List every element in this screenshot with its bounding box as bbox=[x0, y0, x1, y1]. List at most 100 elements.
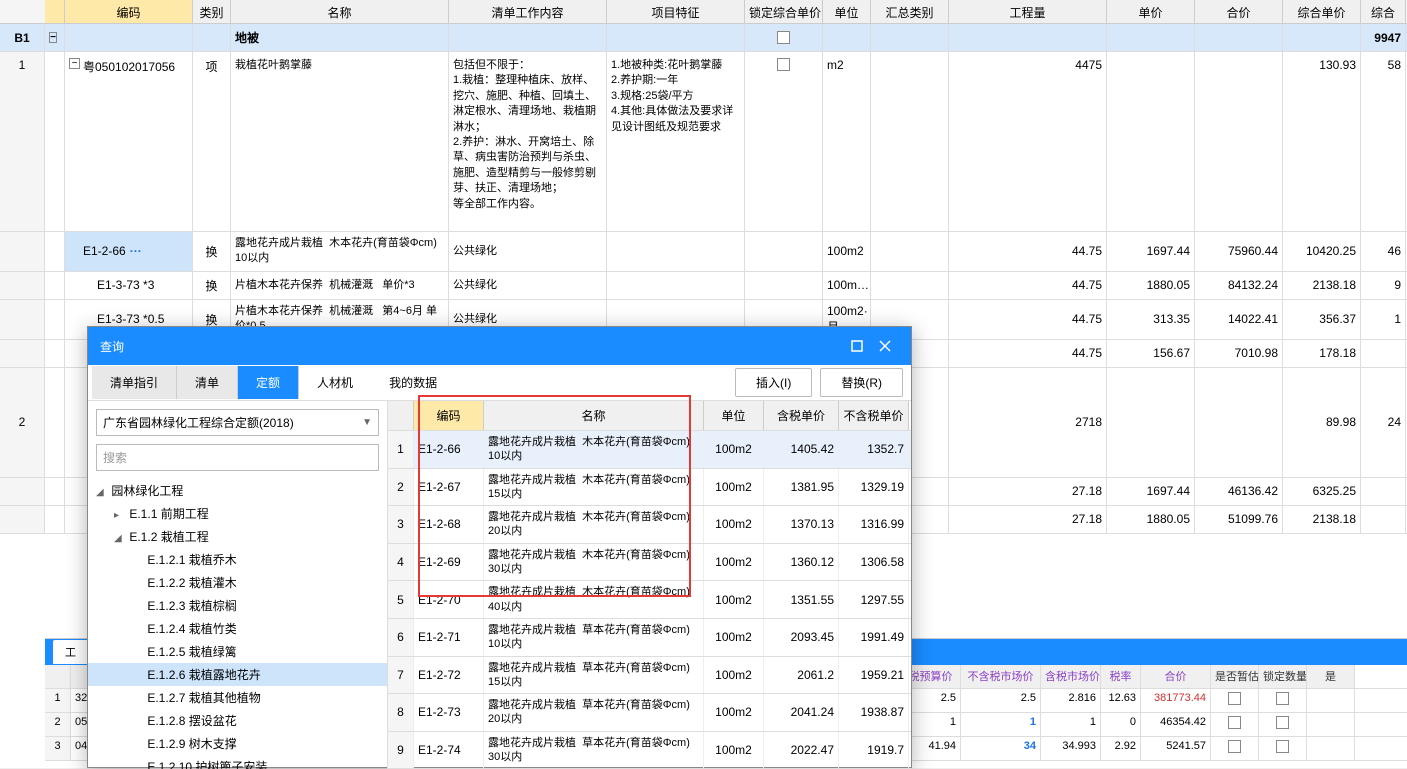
tree-node[interactable]: ◢ E.1.2 栽植工程 bbox=[88, 525, 387, 548]
code-cell[interactable]: E1-3-73 *3 bbox=[65, 272, 193, 299]
quota-col-taxprice[interactable]: 含税单价 bbox=[764, 401, 839, 430]
tree-node[interactable]: E.1.2.3 栽植棕榈 bbox=[88, 594, 387, 617]
data-row[interactable]: E1-2-66··· 换 露地花卉成片栽植 木本花卉(育苗袋Φcm) 10以内 … bbox=[0, 232, 1407, 272]
quota-row[interactable]: 9 E1-2-74 露地花卉成片栽植 草本花卉(育苗袋Φcm) 30以内 100… bbox=[388, 732, 911, 769]
quota-col-unit[interactable]: 单位 bbox=[704, 401, 764, 430]
qty-cell[interactable]: 44.75 bbox=[949, 340, 1107, 367]
qty-cell[interactable]: 44.75 bbox=[949, 272, 1107, 299]
col-cprice[interactable]: 综合单价 bbox=[1283, 0, 1361, 23]
dialog-tab[interactable]: 定额 bbox=[238, 366, 299, 399]
quota-book-combo[interactable]: 广东省园林绿化工程综合定额(2018) ▼ bbox=[96, 409, 379, 436]
search-input[interactable]: 搜索 bbox=[96, 444, 379, 471]
quota-row[interactable]: 4 E1-2-69 露地花卉成片栽植 木本花卉(育苗袋Φcm) 30以内 100… bbox=[388, 544, 911, 582]
dialog-tab[interactable]: 清单 bbox=[177, 366, 238, 399]
quota-row[interactable]: 5 E1-2-70 露地花卉成片栽植 木本花卉(育苗袋Φcm) 40以内 100… bbox=[388, 581, 911, 619]
qty-cell[interactable]: 2718 bbox=[949, 368, 1107, 477]
quota-col-code[interactable]: 编码 bbox=[414, 401, 484, 430]
tree-node[interactable]: ▸ E.1.1 前期工程 bbox=[88, 502, 387, 525]
sub-col-is[interactable]: 是 bbox=[1307, 665, 1355, 688]
maximize-icon[interactable] bbox=[843, 332, 871, 360]
group-row[interactable]: B1 − 地被 9947 bbox=[0, 24, 1407, 52]
quota-row[interactable]: 8 E1-2-73 露地花卉成片栽植 草本花卉(育苗袋Φcm) 20以内 100… bbox=[388, 694, 911, 732]
quota-col-notaxprice[interactable]: 不含税单价 bbox=[839, 401, 909, 430]
lockqty-checkbox[interactable] bbox=[1276, 692, 1289, 705]
col-name[interactable]: 名称 bbox=[231, 0, 449, 23]
collapse-icon[interactable]: − bbox=[69, 58, 80, 69]
col-work[interactable]: 清单工作内容 bbox=[449, 0, 607, 23]
expand-open-icon[interactable]: ◢ bbox=[114, 533, 126, 544]
quota-row[interactable]: 7 E1-2-72 露地花卉成片栽植 草本花卉(育苗袋Φcm) 15以内 100… bbox=[388, 657, 911, 695]
tempest-checkbox[interactable] bbox=[1228, 740, 1241, 753]
tempest-checkbox[interactable] bbox=[1228, 716, 1241, 729]
work-cell[interactable]: 公共绿化 bbox=[449, 232, 607, 271]
tree-node[interactable]: E.1.2.5 栽植绿篱 bbox=[88, 640, 387, 663]
qty-cell[interactable]: 44.75 bbox=[949, 232, 1107, 271]
expand-open-icon[interactable]: ◢ bbox=[96, 487, 108, 498]
name-cell[interactable]: 栽植花叶鹅掌藤 bbox=[231, 52, 449, 231]
name-cell[interactable]: 露地花卉成片栽植 木本花卉(育苗袋Φcm) 10以内 bbox=[231, 232, 449, 271]
qty-cell[interactable]: 27.18 bbox=[949, 506, 1107, 533]
tempest-checkbox[interactable] bbox=[1228, 692, 1241, 705]
quota-row[interactable]: 2 E1-2-67 露地花卉成片栽植 木本花卉(育苗袋Φcm) 15以内 100… bbox=[388, 469, 911, 507]
work-cell[interactable]: 包括但不限于： 1.栽植：整理种植床、放样、挖穴、施肥、种植、回填土、淋定根水、… bbox=[449, 52, 607, 231]
tree-node[interactable]: ◢ 园林绿化工程 bbox=[88, 479, 387, 502]
lockqty-checkbox[interactable] bbox=[1276, 716, 1289, 729]
feature-cell[interactable] bbox=[607, 272, 745, 299]
dialog-tab[interactable]: 我的数据 bbox=[371, 366, 455, 399]
sub-tab-active[interactable]: 工 bbox=[53, 640, 88, 664]
tree-node[interactable]: E.1.2.6 栽植露地花卉 bbox=[88, 663, 387, 686]
tree-node[interactable]: E.1.2.2 栽植灌木 bbox=[88, 571, 387, 594]
dialog-tab[interactable]: 清单指引 bbox=[92, 366, 177, 399]
quota-row[interactable]: 3 E1-2-68 露地花卉成片栽植 木本花卉(育苗袋Φcm) 20以内 100… bbox=[388, 506, 911, 544]
sub-col-notaxmkt[interactable]: 不含税市场价 bbox=[961, 665, 1041, 688]
collapse-icon[interactable]: − bbox=[49, 32, 57, 43]
insert-button[interactable]: 插入(I) bbox=[735, 368, 812, 397]
col-qty[interactable]: 工程量 bbox=[949, 0, 1107, 23]
sub-col-tempest[interactable]: 是否暂估 bbox=[1211, 665, 1259, 688]
col-code[interactable]: 编码 bbox=[65, 0, 193, 23]
col-type[interactable]: 类别 bbox=[193, 0, 231, 23]
quota-col-name[interactable]: 名称 bbox=[484, 401, 704, 430]
data-row[interactable]: 1 −粤050102017056 项 栽植花叶鹅掌藤 包括但不限于： 1.栽植：… bbox=[0, 52, 1407, 232]
sub-col-total[interactable]: 合价 bbox=[1141, 665, 1211, 688]
col-total[interactable]: 合价 bbox=[1195, 0, 1283, 23]
col-lock[interactable]: 锁定综合单价 bbox=[745, 0, 823, 23]
sub-col-lockqty[interactable]: 锁定数量 bbox=[1259, 665, 1307, 688]
qty-cell[interactable]: 44.75 bbox=[949, 300, 1107, 339]
more-icon[interactable]: ··· bbox=[126, 244, 146, 258]
lock-checkbox[interactable] bbox=[777, 31, 790, 44]
col-ctotal[interactable]: 综合 bbox=[1361, 0, 1406, 23]
tree-node[interactable]: E.1.2.1 栽植乔木 bbox=[88, 548, 387, 571]
feature-cell[interactable]: 1.地被种类:花叶鹅掌藤 2.养护期:一年 3.规格:25袋/平方 4.其他:具… bbox=[607, 52, 745, 231]
dialog-titlebar[interactable]: 查询 bbox=[88, 327, 911, 365]
lock-checkbox[interactable] bbox=[777, 58, 790, 71]
col-feat[interactable]: 项目特征 bbox=[607, 0, 745, 23]
sub-col-taxmkt[interactable]: 含税市场价 bbox=[1041, 665, 1101, 688]
tree-node[interactable]: E.1.2.9 树木支撑 bbox=[88, 732, 387, 755]
code-cell[interactable]: E1-2-66··· bbox=[65, 232, 193, 271]
col-unit[interactable]: 单位 bbox=[823, 0, 871, 23]
work-cell[interactable]: 公共绿化 bbox=[449, 272, 607, 299]
sub-col-taxrate[interactable]: 税率 bbox=[1101, 665, 1141, 688]
col-price[interactable]: 单价 bbox=[1107, 0, 1195, 23]
tree-node[interactable]: E.1.2.7 栽植其他植物 bbox=[88, 686, 387, 709]
tree-node[interactable]: E.1.2.10 护树篦子安装 bbox=[88, 755, 387, 769]
quota-row[interactable]: 1 E1-2-66 露地花卉成片栽植 木本花卉(育苗袋Φcm) 10以内 100… bbox=[388, 431, 911, 469]
quota-body[interactable]: 1 E1-2-66 露地花卉成片栽植 木本花卉(育苗袋Φcm) 10以内 100… bbox=[388, 431, 911, 769]
expand-closed-icon[interactable]: ▸ bbox=[114, 510, 126, 521]
close-icon[interactable] bbox=[871, 332, 899, 360]
lockqty-checkbox[interactable] bbox=[1276, 740, 1289, 753]
replace-button[interactable]: 替换(R) bbox=[820, 368, 903, 397]
data-row[interactable]: E1-3-73 *3 换 片植木本花卉保养 机械灌溉 单价*3 公共绿化 100… bbox=[0, 272, 1407, 300]
qty-cell[interactable]: 4475 bbox=[949, 52, 1107, 231]
quota-row[interactable]: 6 E1-2-71 露地花卉成片栽植 草本花卉(育苗袋Φcm) 10以内 100… bbox=[388, 619, 911, 657]
code-cell[interactable]: −粤050102017056 bbox=[65, 52, 193, 231]
feature-cell[interactable] bbox=[607, 232, 745, 271]
col-sumtype[interactable]: 汇总类别 bbox=[871, 0, 949, 23]
tree-node[interactable]: E.1.2.8 摆设盆花 bbox=[88, 709, 387, 732]
qty-cell[interactable]: 27.18 bbox=[949, 478, 1107, 505]
tree-node[interactable]: E.1.2.4 栽植竹类 bbox=[88, 617, 387, 640]
type-cell: 换 bbox=[193, 272, 231, 299]
dialog-tab[interactable]: 人材机 bbox=[299, 366, 371, 399]
name-cell[interactable]: 片植木本花卉保养 机械灌溉 单价*3 bbox=[231, 272, 449, 299]
